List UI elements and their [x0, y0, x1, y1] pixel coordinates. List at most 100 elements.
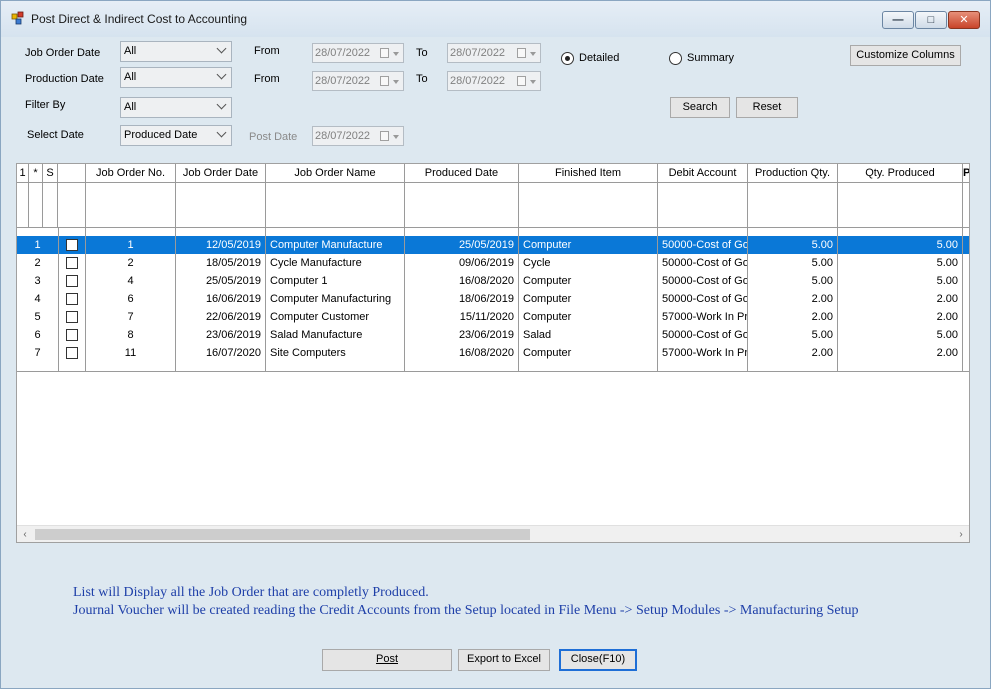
export-to-excel-button[interactable]: Export to Excel	[458, 649, 550, 671]
job-order-name-cell[interactable]: Salad Manufacture	[266, 326, 404, 344]
qty-produced-cell[interactable]: 5.00	[838, 236, 962, 254]
finished-item-cell[interactable]: Computer	[519, 236, 657, 254]
qty-produced-cell[interactable]: 2.00	[838, 290, 962, 308]
production-qty-cell[interactable]: 2.00	[748, 344, 837, 362]
job-order-name-cell[interactable]: Site Computers	[266, 344, 404, 362]
close-button[interactable]: Close(F10)	[559, 649, 637, 671]
table-row[interactable]: 1 1 12/05/2019 Computer Manufacture 25/05/20…	[17, 236, 969, 254]
job-order-date-cell[interactable]: 22/06/2019	[176, 308, 265, 326]
job-order-name-cell[interactable]: Computer Manufacturing	[266, 290, 404, 308]
job-order-date-cell[interactable]: 18/05/2019	[176, 254, 265, 272]
job-order-date-cell[interactable]: 16/06/2019	[176, 290, 265, 308]
row-number[interactable]: 6	[17, 326, 58, 344]
job-order-no-cell[interactable]: 4	[86, 272, 175, 290]
finished-item-cell[interactable]: Computer	[519, 272, 657, 290]
finished-item-cell[interactable]: Computer	[519, 290, 657, 308]
finished-item-cell[interactable]: Salad	[519, 326, 657, 344]
row-checkbox[interactable]	[66, 347, 78, 359]
header-checkbox-col[interactable]	[58, 164, 86, 183]
close-window-button[interactable]: ✕	[948, 11, 980, 29]
row-checkbox[interactable]	[66, 293, 78, 305]
filter-cell[interactable]	[405, 183, 519, 228]
debit-account-cell[interactable]: 50000-Cost of Goods	[658, 290, 747, 308]
filter-cell[interactable]	[519, 183, 658, 228]
header-star[interactable]: *	[29, 164, 43, 183]
filter-cell[interactable]	[176, 183, 266, 228]
customize-columns-button[interactable]: Customize Columns	[850, 45, 961, 66]
qty-produced-cell[interactable]: 5.00	[838, 254, 962, 272]
job-order-date-cell[interactable]: 25/05/2019	[176, 272, 265, 290]
table-row[interactable]: 5 7 22/06/2019 Computer Customer 15/11/2020 C…	[17, 308, 969, 326]
job-order-name-cell[interactable]: Computer 1	[266, 272, 404, 290]
job-order-no-cell[interactable]: 8	[86, 326, 175, 344]
row-checkbox[interactable]	[66, 239, 78, 251]
table-row[interactable]: 6 8 23/06/2019 Salad Manufacture 23/06/2019 S…	[17, 326, 969, 344]
header-debit-account[interactable]: Debit Account	[658, 164, 748, 183]
table-row[interactable]: 3 4 25/05/2019 Computer 1 16/08/2020 Computer…	[17, 272, 969, 290]
qty-produced-cell[interactable]: 5.00	[838, 326, 962, 344]
row-number[interactable]: 5	[17, 308, 58, 326]
table-row[interactable]: 4 6 16/06/2019 Computer Manufacturing 18/06/…	[17, 290, 969, 308]
row-number[interactable]: 7	[17, 344, 58, 362]
table-row[interactable]: 2 2 18/05/2019 Cycle Manufacture 09/06/2019 C…	[17, 254, 969, 272]
produced-date-cell[interactable]: 18/06/2019	[405, 290, 518, 308]
production-qty-cell[interactable]: 5.00	[748, 254, 837, 272]
header-qty-produced[interactable]: Qty. Produced	[838, 164, 963, 183]
row-number[interactable]: 3	[17, 272, 58, 290]
row-number[interactable]: 2	[17, 254, 58, 272]
debit-account-cell[interactable]: 50000-Cost of Goods	[658, 326, 747, 344]
debit-account-cell[interactable]: 57000-Work In Process	[658, 308, 747, 326]
production-qty-cell[interactable]: 5.00	[748, 236, 837, 254]
job-order-to-date[interactable]: 28/07/2022	[447, 43, 541, 63]
debit-account-cell[interactable]: 57000-Work In Process	[658, 344, 747, 362]
produced-date-cell[interactable]: 25/05/2019	[405, 236, 518, 254]
debit-account-cell[interactable]: 50000-Cost of Goods	[658, 272, 747, 290]
production-qty-cell[interactable]: 2.00	[748, 308, 837, 326]
production-from-date[interactable]: 28/07/2022	[312, 71, 404, 91]
filter-cell[interactable]	[748, 183, 838, 228]
scroll-right-icon[interactable]: ›	[955, 529, 967, 541]
header-finished-item[interactable]: Finished Item	[519, 164, 658, 183]
summary-radio[interactable]	[669, 52, 682, 65]
produced-date-cell[interactable]: 16/08/2020	[405, 272, 518, 290]
job-order-no-cell[interactable]: 6	[86, 290, 175, 308]
job-order-no-cell[interactable]: 7	[86, 308, 175, 326]
filter-cell[interactable]	[963, 183, 969, 228]
qty-produced-cell[interactable]: 2.00	[838, 344, 962, 362]
post-date-picker[interactable]: 28/07/2022	[312, 126, 404, 146]
job-order-name-cell[interactable]: Computer Customer	[266, 308, 404, 326]
finished-item-cell[interactable]: Computer	[519, 308, 657, 326]
job-order-date-cell[interactable]: 23/06/2019	[176, 326, 265, 344]
header-select[interactable]: S	[43, 164, 58, 183]
post-button[interactable]: Post	[322, 649, 452, 671]
header-partial-column[interactable]: P	[963, 164, 969, 183]
reset-button[interactable]: Reset	[736, 97, 798, 118]
filter-cell[interactable]	[266, 183, 405, 228]
filter-cell[interactable]	[838, 183, 963, 228]
header-job-order-date[interactable]: Job Order Date	[176, 164, 266, 183]
detailed-radio[interactable]	[561, 52, 574, 65]
scrollbar-thumb[interactable]	[35, 529, 530, 540]
horizontal-scrollbar[interactable]: ‹ ›	[17, 525, 969, 542]
row-number[interactable]: 4	[17, 290, 58, 308]
filter-cell[interactable]	[86, 183, 176, 228]
job-order-name-cell[interactable]: Cycle Manufacture	[266, 254, 404, 272]
filter-cell[interactable]	[658, 183, 748, 228]
finished-item-cell[interactable]: Computer	[519, 344, 657, 362]
production-qty-cell[interactable]: 5.00	[748, 326, 837, 344]
row-checkbox[interactable]	[66, 329, 78, 341]
produced-date-cell[interactable]: 09/06/2019	[405, 254, 518, 272]
title-bar[interactable]: Post Direct & Indirect Cost to Accountin…	[1, 1, 990, 37]
debit-account-cell[interactable]: 50000-Cost of Goods	[658, 254, 747, 272]
job-order-no-cell[interactable]: 11	[86, 344, 175, 362]
maximize-button[interactable]: □	[915, 11, 947, 29]
row-checkbox[interactable]	[66, 311, 78, 323]
minimize-button[interactable]: —	[882, 11, 914, 29]
debit-account-cell[interactable]: 50000-Cost of Goods	[658, 236, 747, 254]
job-order-date-cell[interactable]: 12/05/2019	[176, 236, 265, 254]
production-qty-cell[interactable]: 2.00	[748, 290, 837, 308]
search-button[interactable]: Search	[670, 97, 730, 118]
row-number[interactable]: 1	[17, 236, 58, 254]
job-order-no-cell[interactable]: 2	[86, 254, 175, 272]
produced-date-cell[interactable]: 15/11/2020	[405, 308, 518, 326]
